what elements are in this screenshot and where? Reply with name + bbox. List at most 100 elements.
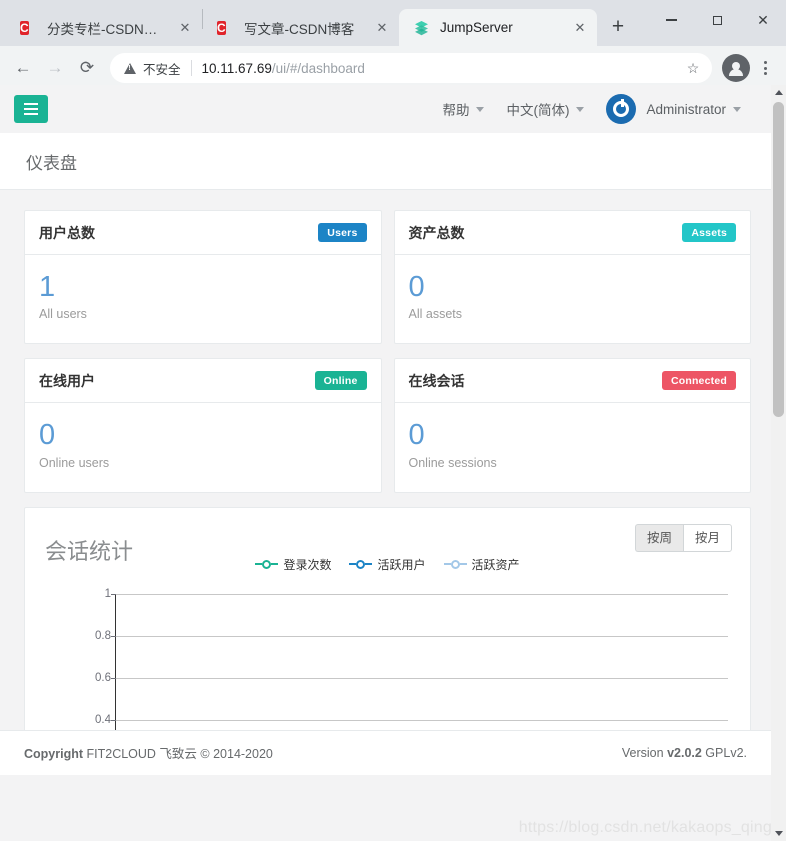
hamburger-icon[interactable] [14, 95, 48, 123]
omnibox-divider [190, 60, 192, 76]
browser-tab-1[interactable]: C 分类专栏-CSDN博客 ✕ [6, 9, 202, 46]
nav-help[interactable]: 帮助 [442, 99, 485, 119]
browser-tab-title: 写文章-CSDN博客 [244, 21, 355, 37]
csdn-icon: C [217, 21, 226, 35]
chart-range-buttons: 按周 按月 [634, 523, 732, 552]
page-scrollbar[interactable] [771, 85, 786, 841]
y-tick-label: 0.4 [95, 713, 111, 726]
stat-card-header: 用户总数 Users [25, 211, 381, 255]
legend-label: 活跃用户 [377, 557, 426, 572]
security-label: 不安全 [143, 62, 181, 77]
close-icon[interactable]: ✕ [569, 17, 591, 39]
chevron-down-icon [733, 106, 741, 112]
footer-copyright-text: FIT2CLOUD 飞致云 © 2014-2020 [83, 747, 273, 762]
new-tab-button[interactable]: + [603, 12, 633, 42]
forward-button[interactable]: → [40, 53, 70, 83]
csdn-icon: C [20, 21, 29, 35]
browser-tab-title: JumpServer [440, 20, 513, 35]
stat-card-users: 用户总数 Users 1 All users [24, 210, 382, 345]
stat-card-body: 0 Online users [25, 403, 381, 491]
nav-user-label: Administrator [646, 101, 726, 117]
jumpserver-app: 帮助 中文(简体) Administrator 仪表盘 用户总数 Users 1… [0, 85, 771, 775]
app-nav-right: 帮助 中文(简体) Administrator [442, 94, 757, 124]
stat-caption: All users [39, 307, 87, 322]
scroll-up-button[interactable] [771, 85, 786, 100]
page-header: 仪表盘 [0, 133, 771, 190]
footer-version-number: v2.0.2 [667, 745, 702, 760]
browser-tab-3-active[interactable]: JumpServer ✕ [399, 9, 597, 46]
minimize-button[interactable] [648, 4, 694, 36]
chart-header: 会话统计 按周 按月 登录次数 活跃用户 活跃资产 [25, 508, 750, 582]
app-top-navbar: 帮助 中文(简体) Administrator [0, 85, 771, 133]
browser-window: C 分类专栏-CSDN博客 ✕ C 写文章-CSDN博客 ✕ JumpServe… [0, 0, 786, 841]
close-icon[interactable]: ✕ [174, 17, 196, 39]
stat-card-title: 在线用户 [39, 372, 95, 389]
y-tick-label: 1 [104, 587, 111, 600]
stat-caption: Online sessions [408, 455, 497, 470]
y-tick-label: 0.6 [95, 671, 111, 684]
stat-card-title: 用户总数 [39, 224, 95, 241]
footer-version-label: Version [621, 745, 668, 760]
legend-marker-icon [255, 559, 279, 569]
footer-copyright: Copyright FIT2CLOUD 飞致云 © 2014-2020 [24, 743, 273, 762]
legend-item-active-assets[interactable]: 活跃资产 [443, 556, 520, 573]
nav-language-label: 中文(简体) [506, 103, 570, 118]
legend-label: 登录次数 [283, 557, 332, 572]
maximize-button[interactable] [694, 4, 740, 36]
status-badge: Online [314, 371, 367, 391]
chart-gridline [116, 677, 728, 679]
nav-user-menu[interactable]: Administrator [606, 94, 741, 124]
stat-card-row-1: 用户总数 Users 1 All users 资产总数 Assets 0 All… [24, 210, 751, 345]
profile-avatar-icon[interactable] [722, 54, 750, 82]
close-window-button[interactable]: ✕ [740, 4, 786, 36]
stat-value: 0 [408, 271, 425, 303]
legend-label: 活跃资产 [471, 557, 520, 572]
stat-card-row-2: 在线用户 Online 0 Online users 在线会话 Connecte… [24, 358, 751, 493]
bookmark-star-icon[interactable]: ☆ [680, 55, 706, 81]
chevron-down-icon [576, 106, 585, 112]
stat-value: 0 [408, 419, 425, 452]
browser-tab-title: 分类专栏-CSDN博客 [47, 21, 166, 37]
close-icon[interactable]: ✕ [371, 17, 393, 39]
range-week-button[interactable]: 按周 [634, 523, 683, 552]
window-controls: ✕ [648, 0, 786, 40]
legend-marker-icon [443, 559, 467, 569]
address-bar[interactable]: 不安全 10.11.67.69/ui/#/dashboard ☆ [110, 53, 712, 83]
legend-item-active-users[interactable]: 活跃用户 [349, 556, 426, 573]
reload-button[interactable]: ⟳ [72, 53, 102, 83]
stat-card-body: 0 Online sessions [395, 403, 751, 491]
legend-item-logins[interactable]: 登录次数 [255, 556, 331, 573]
nav-language[interactable]: 中文(简体) [506, 99, 585, 119]
url-path: /ui/#/dashboard [271, 60, 365, 76]
stat-caption: Online users [39, 455, 110, 470]
kebab-menu-icon[interactable] [752, 61, 778, 75]
chevron-down-icon [476, 106, 485, 112]
url-host: 10.11.67.69 [201, 60, 272, 76]
legend-marker-icon [349, 559, 373, 569]
stat-card-header: 在线会话 Connected [394, 359, 750, 404]
stat-card-title: 在线会话 [408, 372, 465, 389]
page-title: 仪表盘 [26, 153, 77, 173]
security-indicator[interactable]: 不安全 [124, 59, 181, 78]
jumpserver-logo-icon [606, 94, 637, 124]
browser-tabstrip: C 分类专栏-CSDN博客 ✕ C 写文章-CSDN博客 ✕ JumpServe… [0, 0, 786, 46]
chart-gridline [116, 635, 728, 637]
footer-license: GPLv2. [701, 745, 747, 760]
stat-card-body: 0 All assets [395, 255, 751, 343]
back-button[interactable]: ← [8, 53, 38, 83]
app-footer: Copyright FIT2CLOUD 飞致云 © 2014-2020 Vers… [0, 729, 771, 775]
range-month-button[interactable]: 按月 [682, 523, 732, 552]
stat-card-header: 资产总数 Assets [394, 211, 750, 255]
browser-toolbar: ← → ⟳ 不安全 10.11.67.69/ui/#/dashboard ☆ [0, 46, 786, 90]
browser-tab-2[interactable]: C 写文章-CSDN博客 ✕ [203, 9, 399, 46]
stat-card-online-users: 在线用户 Online 0 Online users [24, 358, 382, 493]
csdn-watermark: https://blog.csdn.net/kakaops_qing [518, 819, 772, 836]
stat-caption: All assets [408, 307, 463, 322]
stat-card-body: 1 All users [25, 255, 381, 343]
stat-card-title: 资产总数 [408, 224, 465, 241]
scroll-down-button[interactable] [771, 826, 786, 841]
nav-user-block: Administrator [646, 102, 741, 117]
scrollbar-thumb[interactable] [773, 102, 784, 417]
stat-value: 1 [39, 271, 56, 303]
stat-card-online-sessions: 在线会话 Connected 0 Online sessions [393, 358, 751, 493]
